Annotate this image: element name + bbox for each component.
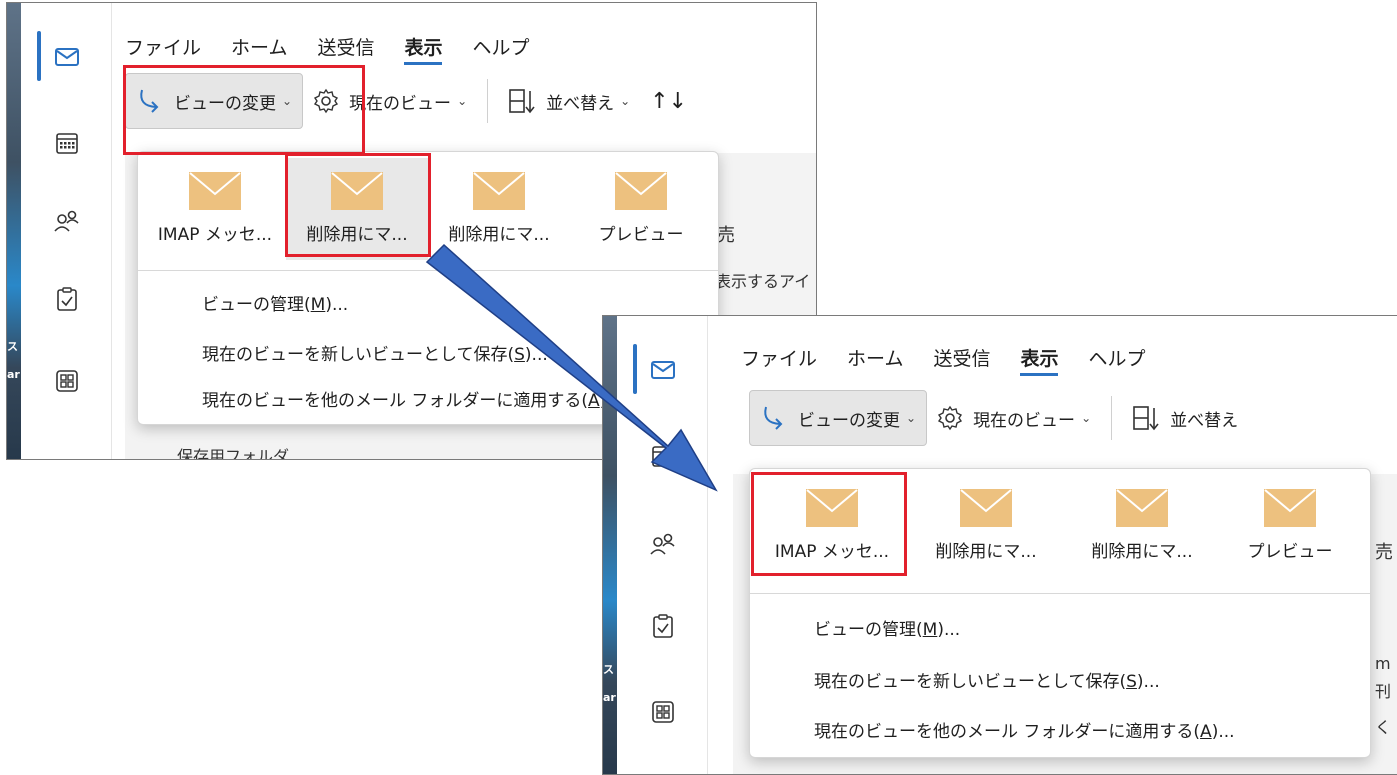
transition-arrow-icon — [425, 243, 718, 492]
